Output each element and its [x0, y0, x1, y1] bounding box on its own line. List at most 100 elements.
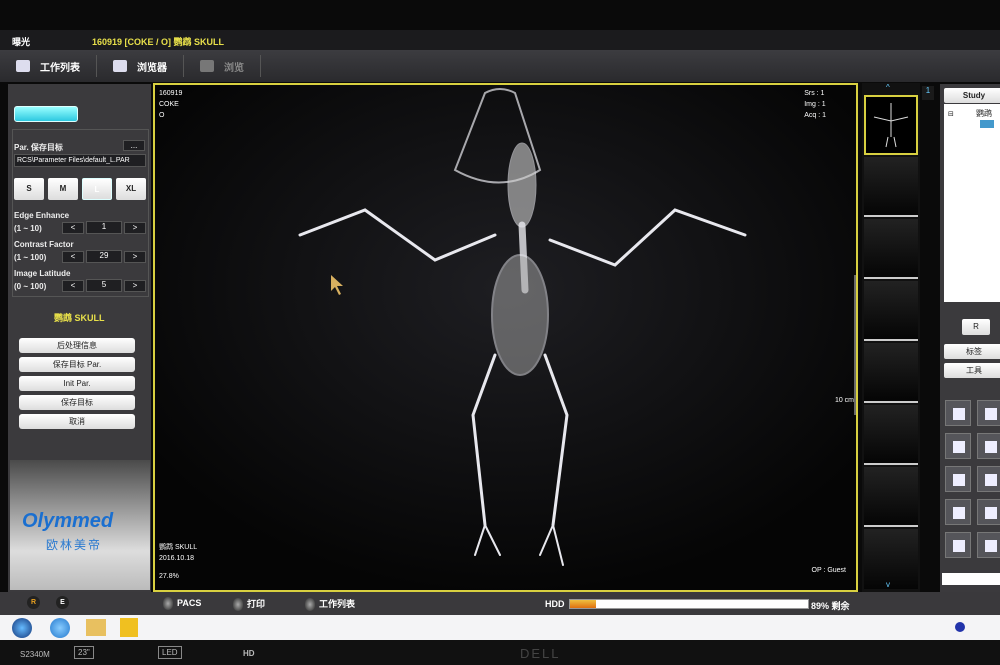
thumbnail-count: 1: [922, 86, 934, 100]
app-name: 曝光: [12, 37, 31, 47]
contrast-range: (1 ~ 100): [14, 253, 47, 262]
app-taskbar-icon[interactable]: [120, 618, 138, 637]
worklist-label: 工作列表: [40, 62, 80, 74]
patient-tool-icon[interactable]: [945, 466, 971, 492]
study-id: 160919: [159, 90, 183, 97]
init-par-button[interactable]: Init Par.: [19, 376, 135, 391]
pacs-led-icon: [163, 597, 173, 610]
worklist-indicator[interactable]: 工作列表: [305, 597, 356, 612]
thumbnail-slot[interactable]: [864, 467, 918, 527]
thumbnail-slot[interactable]: [864, 343, 918, 403]
worklist-icon: [16, 60, 30, 72]
exam-label: 鹦鹉 SKULL: [159, 544, 198, 551]
latitude-value[interactable]: 5: [86, 279, 122, 292]
print-label: 打印: [247, 599, 266, 609]
latitude-label: Image Latitude: [14, 269, 71, 278]
select-tool-icon[interactable]: [945, 400, 971, 426]
monitor-model: S2340M: [20, 650, 50, 659]
thumbnail-selected[interactable]: [864, 95, 918, 155]
browse-par-button[interactable]: ...: [123, 140, 145, 151]
status-bar: R E PACS 打印 工作列表 HDD 89% 剩余: [0, 592, 1000, 615]
pacs-indicator[interactable]: PACS: [163, 597, 201, 610]
acquisition-number: Acq : 1: [804, 112, 826, 119]
latitude-decrease-button[interactable]: <: [62, 280, 84, 292]
hdd-label: HDD: [545, 599, 565, 609]
start-button-icon[interactable]: [12, 618, 32, 638]
tool-input[interactable]: [942, 573, 1000, 585]
contrast-decrease-button[interactable]: <: [62, 251, 84, 263]
size-m-button[interactable]: M: [48, 178, 78, 200]
monitor-size: 23": [74, 646, 94, 659]
cancel-button[interactable]: 取消: [19, 414, 135, 429]
save-target-button[interactable]: 保存目标: [19, 395, 135, 410]
thumbnail-slot[interactable]: [864, 405, 918, 465]
contrast-increase-button[interactable]: >: [124, 251, 146, 263]
browse-label: 浏览: [224, 62, 244, 74]
edge-label: Edge Enhance: [14, 211, 70, 220]
worklist-status-label: 工作列表: [319, 599, 356, 609]
right-panel: Study ⊟ 鹦鹉 R 标签 工具: [940, 84, 1000, 592]
help-tray-icon[interactable]: [955, 622, 965, 632]
study-tab[interactable]: Study: [944, 88, 1000, 103]
zoom-tool-icon[interactable]: [977, 433, 1000, 459]
mode-button[interactable]: [14, 106, 78, 122]
browser-icon: [113, 60, 127, 72]
patient-flip-tool-icon[interactable]: [977, 466, 1000, 492]
exam-overlay: 鹦鹉 SKULL 2016.10.18 27.8%: [159, 542, 197, 582]
print-led-icon: [233, 598, 243, 612]
thumbnail-slot[interactable]: [864, 157, 918, 217]
monitor-bezel: S2340M 23" LED HD DELL: [0, 640, 1000, 665]
save-target-par-button[interactable]: 保存目标 Par.: [19, 357, 135, 372]
contrast-value[interactable]: 29: [86, 250, 122, 263]
study-tree[interactable]: ⊟ 鹦鹉: [944, 104, 1000, 302]
edge-decrease-button[interactable]: <: [62, 222, 84, 234]
tree-item[interactable]: 鹦鹉: [976, 108, 992, 119]
latitude-increase-button[interactable]: >: [124, 280, 146, 292]
size-l-button[interactable]: L: [82, 178, 112, 200]
edge-value[interactable]: 1: [86, 221, 122, 234]
hdd-free-text: 89% 剩余: [811, 601, 850, 611]
r-round-button[interactable]: R: [27, 596, 40, 609]
browse-button[interactable]: 浏览: [184, 55, 261, 77]
document-title: 160919 [COKE / O] 鹦鹉 SKULL: [92, 37, 225, 47]
crop-tool-icon[interactable]: [977, 400, 1000, 426]
flip-horizontal-tool-icon[interactable]: [945, 532, 971, 558]
rotate-right-tool-icon[interactable]: [977, 499, 1000, 525]
print-indicator[interactable]: 打印: [233, 597, 266, 612]
worklist-button[interactable]: 工作列表: [0, 55, 97, 77]
contrast-label: Contrast Factor: [14, 240, 74, 249]
thumbnail-strip[interactable]: ^ v: [862, 83, 920, 592]
e-round-button[interactable]: E: [56, 596, 69, 609]
scroll-down-icon[interactable]: v: [886, 580, 890, 589]
thumbnail-slot[interactable]: [864, 529, 918, 589]
size-xl-button[interactable]: XL: [116, 178, 146, 200]
label-button[interactable]: 标签: [944, 344, 1000, 359]
par-path-field[interactable]: RCS\Parameter Files\default_L.PAR: [14, 154, 146, 167]
dell-logo: DELL: [520, 646, 561, 661]
post-processing-info-button[interactable]: 后处理信息: [19, 338, 135, 353]
worklist-led-icon: [305, 598, 315, 612]
r-button[interactable]: R: [962, 319, 990, 335]
thumbnail-slot[interactable]: [864, 281, 918, 341]
hdd-usage-fill: [570, 600, 597, 608]
tools-button[interactable]: 工具: [944, 363, 1000, 378]
toolbar: 工作列表 浏览器 浏览: [0, 50, 1000, 82]
folder-taskbar-icon[interactable]: [86, 619, 106, 636]
browser-taskbar-icon[interactable]: [50, 618, 70, 638]
edge-increase-button[interactable]: >: [124, 222, 146, 234]
operator-label: OP : Guest: [811, 567, 847, 574]
browser-button[interactable]: 浏览器: [97, 55, 184, 77]
scroll-up-icon[interactable]: ^: [886, 83, 890, 92]
thumbnail-slot[interactable]: [864, 219, 918, 279]
magnify-tool-icon[interactable]: [945, 433, 971, 459]
rotate-tool-icon[interactable]: [945, 499, 971, 525]
hd-badge: HD: [243, 649, 255, 658]
patient-name: COKE: [159, 101, 179, 108]
hdd-usage-bar: [569, 599, 809, 609]
pacs-label: PACS: [177, 597, 202, 608]
patient-sex: O: [159, 112, 165, 119]
image-viewer[interactable]: 160919 COKE O Srs : 1 Img : 1 Acq : 1 10 cm …: [153, 83, 858, 592]
exam-date: 2016.10.18: [159, 555, 195, 562]
flip-vertical-tool-icon[interactable]: [977, 532, 1000, 558]
size-s-button[interactable]: S: [14, 178, 44, 200]
